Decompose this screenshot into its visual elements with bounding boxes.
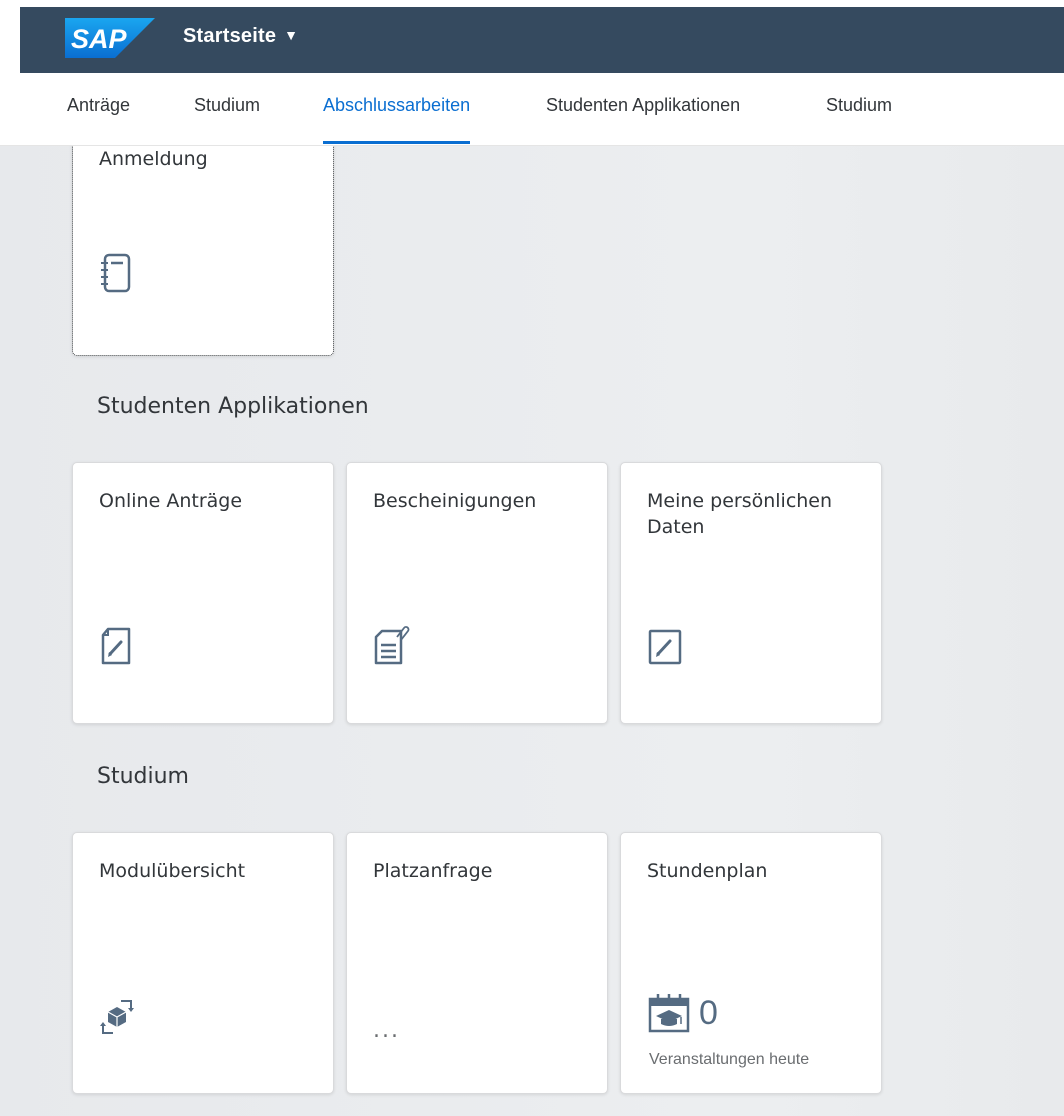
tile-title: Stundenplan — [647, 860, 768, 882]
group-title-studenten-applikationen: Studenten Applikationen — [97, 394, 369, 419]
tab-studium-2[interactable]: Studium — [826, 95, 892, 116]
tile-title: Anmeldung — [99, 148, 208, 170]
tile-title: Platzanfrage — [373, 860, 493, 882]
notebook-icon — [97, 251, 137, 295]
caret-down-icon: ▼ — [284, 27, 299, 43]
module-transfer-icon — [97, 993, 137, 1037]
tile-anmeldung[interactable]: Anmeldung — [72, 146, 334, 356]
loading-ellipsis: ... — [373, 1018, 400, 1043]
attached-document-icon — [371, 623, 411, 667]
tile-title: Meine persönlichen Daten — [647, 490, 833, 538]
tab-abschlussarbeiten[interactable]: Abschlussarbeiten — [323, 95, 471, 144]
tile-stundenplan[interactable]: Stundenplan 0 Veranstaltungen heute — [620, 832, 882, 1094]
svg-text:SAP: SAP — [71, 24, 128, 54]
tab-antraege[interactable]: Anträge — [67, 95, 130, 116]
tab-studium[interactable]: Studium — [194, 95, 260, 116]
app-title: Startseite — [183, 25, 277, 47]
shell-header: SAP Startseite ▼ — [20, 7, 1064, 73]
sap-logo[interactable]: SAP — [65, 18, 155, 58]
edit-document-icon — [97, 623, 137, 667]
tile-footer: Veranstaltungen heute — [649, 1051, 810, 1068]
tile-title: Modulübersicht — [99, 860, 246, 882]
tile-moduluebersicht[interactable]: Modulübersicht — [72, 832, 334, 1094]
launchpad-content: Anmeldung Studenten Applikationen Online… — [0, 146, 1064, 1116]
tile-title: Bescheinigungen — [373, 490, 537, 512]
tile-platzanfrage[interactable]: Platzanfrage ... — [346, 832, 608, 1094]
tile-online-antraege[interactable]: Online Anträge — [72, 462, 334, 724]
tile-bescheinigungen[interactable]: Bescheinigungen — [346, 462, 608, 724]
app-title-menu[interactable]: Startseite ▼ — [183, 25, 298, 48]
tile-meine-persoenlichen-daten[interactable]: Meine persönlichen Daten — [620, 462, 882, 724]
edit-icon — [645, 623, 685, 667]
education-calendar-icon — [647, 991, 690, 1035]
anchor-navigation-bar: Anträge Studium Abschlussarbeiten Studen… — [0, 73, 1064, 146]
tile-title: Online Anträge — [99, 490, 243, 512]
tab-studenten-applikationen[interactable]: Studenten Applikationen — [546, 95, 740, 116]
kpi-value: 0 — [699, 994, 718, 1032]
group-title-studium: Studium — [97, 764, 189, 789]
